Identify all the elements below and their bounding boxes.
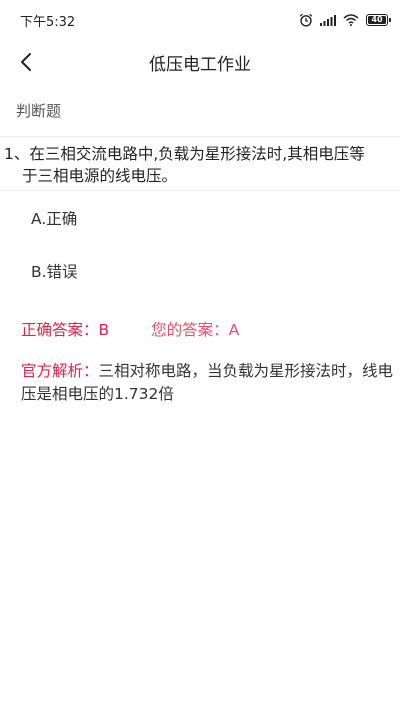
answer-row: 正确答案：B 您的答案：A bbox=[21, 318, 239, 340]
analysis-text: 三相对称电路，当负载为星形接法时，线电 bbox=[98, 362, 394, 380]
your-answer: 您的答案：A bbox=[151, 321, 240, 339]
analysis-text: 压是相电压的1.732倍 bbox=[21, 385, 174, 403]
nav-bar: 低压电工作业 bbox=[0, 40, 400, 84]
signal-icon bbox=[320, 14, 336, 26]
analysis-label: 官方解析： bbox=[21, 362, 99, 380]
question-line: 于三相电源的线电压。 bbox=[22, 167, 178, 185]
wifi-icon bbox=[343, 14, 359, 26]
status-time: 下午5:32 bbox=[20, 14, 76, 30]
chevron-left-icon bbox=[21, 53, 31, 71]
option-b[interactable]: B.错误 bbox=[31, 260, 78, 282]
divider bbox=[0, 190, 400, 191]
question-type-label: 判断题 bbox=[16, 102, 62, 120]
back-button[interactable] bbox=[10, 46, 42, 78]
analysis-line: 官方解析：三相对称电路，当负载为星形接法时，线电 bbox=[21, 360, 400, 383]
battery-level: 40 bbox=[368, 16, 386, 24]
battery-icon: 40 bbox=[366, 14, 391, 26]
question-line: 1、在三相交流电路中,负载为星形接法时,其相电压等 bbox=[4, 145, 365, 163]
correct-answer: 正确答案：B bbox=[21, 321, 110, 339]
screen: 下午5:32 40 低压电工作业 判断题 1、在三相交流电路中,负载为星形接法时… bbox=[0, 0, 400, 711]
status-bar: 下午5:32 40 bbox=[0, 0, 400, 40]
divider bbox=[0, 136, 400, 137]
question-text: 1、在三相交流电路中,负载为星形接法时,其相电压等 于三相电源的线电压。 bbox=[4, 143, 396, 187]
page-title: 低压电工作业 bbox=[149, 54, 251, 75]
analysis: 官方解析：三相对称电路，当负载为星形接法时，线电 压是相电压的1.732倍 bbox=[21, 360, 400, 406]
option-a[interactable]: A.正确 bbox=[31, 207, 77, 229]
alarm-icon bbox=[299, 13, 313, 27]
status-icons: 40 bbox=[299, 13, 391, 27]
